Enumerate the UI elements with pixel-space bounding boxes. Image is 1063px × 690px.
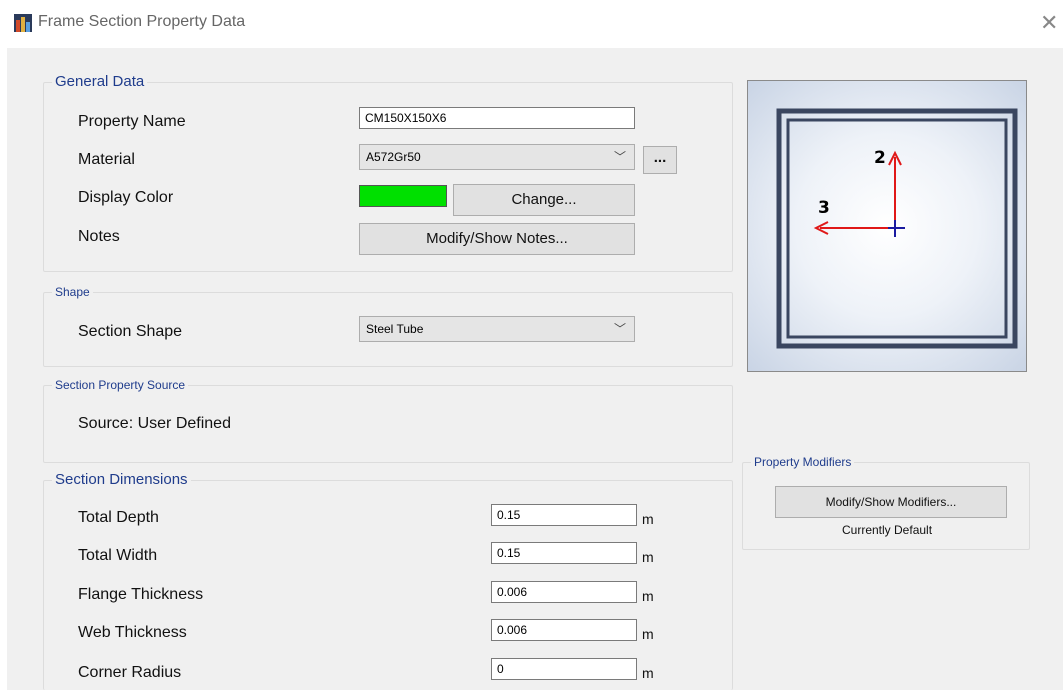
material-label: Material: [78, 151, 135, 168]
total-depth-label: Total Depth: [78, 509, 159, 526]
flange-thickness-input[interactable]: 0.006: [491, 581, 637, 603]
app-icon: [14, 14, 32, 32]
corner-radius-input[interactable]: 0: [491, 658, 637, 680]
section-shape-selected-value: Steel Tube: [366, 322, 424, 336]
close-icon[interactable]: ✕: [1040, 10, 1058, 36]
material-selected-value: A572Gr50: [366, 150, 421, 164]
source-text: Source: User Defined: [78, 415, 231, 432]
chevron-down-icon: ﹀: [613, 322, 626, 336]
section-preview: 2 3: [747, 80, 1027, 372]
axis-2-label: 2: [874, 148, 886, 168]
general-data-legend: General Data: [52, 73, 148, 90]
dialog-body: General Data Property Name CM150X150X6 M…: [7, 48, 1063, 690]
flange-thickness-label: Flange Thickness: [78, 586, 204, 603]
flange-thickness-unit: m: [642, 588, 654, 604]
section-shape-label: Section Shape: [78, 323, 183, 340]
material-select[interactable]: A572Gr50 ﹀: [359, 144, 635, 170]
property-name-input[interactable]: CM150X150X6: [359, 107, 635, 129]
modify-show-modifiers-button[interactable]: Modify/Show Modifiers...: [775, 486, 1007, 518]
total-width-label: Total Width: [78, 547, 158, 564]
corner-radius-label: Corner Radius: [78, 664, 182, 681]
shape-legend: Shape: [52, 285, 93, 299]
axis-3-label: 3: [818, 198, 830, 218]
material-more-button[interactable]: ...: [643, 146, 677, 174]
property-name-label: Property Name: [78, 113, 186, 130]
web-thickness-label: Web Thickness: [78, 624, 187, 641]
corner-radius-unit: m: [642, 665, 654, 681]
section-property-source-legend: Section Property Source: [52, 378, 189, 392]
window-title: Frame Section Property Data: [38, 13, 246, 30]
web-thickness-unit: m: [642, 626, 654, 642]
display-color-swatch: [359, 185, 447, 207]
property-modifiers-legend: Property Modifiers: [751, 455, 855, 469]
total-depth-input[interactable]: 0.15: [491, 504, 637, 526]
section-dimensions-legend: Section Dimensions: [52, 471, 191, 488]
title-bar: Frame Section Property Data ✕: [0, 0, 1063, 48]
total-width-unit: m: [642, 549, 654, 565]
modifiers-status: Currently Default: [842, 523, 933, 537]
section-preview-drawing: 2 3: [776, 108, 1018, 349]
section-shape-select[interactable]: Steel Tube ﹀: [359, 316, 635, 342]
total-width-input[interactable]: 0.15: [491, 542, 637, 564]
display-color-label: Display Color: [78, 189, 174, 206]
modify-show-notes-button[interactable]: Modify/Show Notes...: [359, 223, 635, 255]
change-color-button[interactable]: Change...: [453, 184, 635, 216]
total-depth-unit: m: [642, 511, 654, 527]
web-thickness-input[interactable]: 0.006: [491, 619, 637, 641]
chevron-down-icon: ﹀: [613, 150, 626, 164]
notes-label: Notes: [78, 228, 120, 245]
